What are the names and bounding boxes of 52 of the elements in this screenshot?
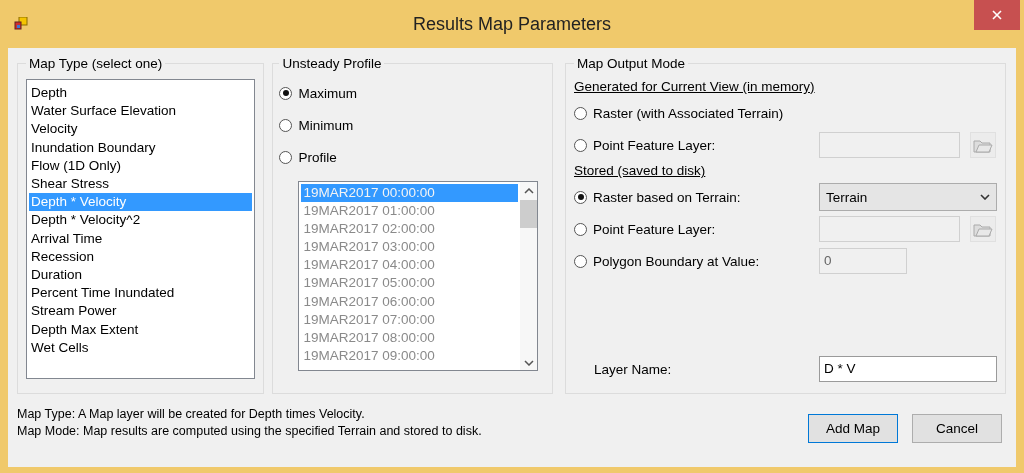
list-item[interactable]: Percent Time Inundated	[29, 284, 253, 303]
app-icon	[14, 17, 28, 31]
radio-button[interactable]	[574, 106, 587, 120]
layer-name-field[interactable]: D * V	[819, 356, 997, 382]
list-item[interactable]: Inundation Boundary	[29, 138, 253, 157]
folder-icon	[973, 221, 993, 237]
window-title: Results Map Parameters	[411, 13, 613, 35]
scroll-down-icon	[523, 360, 534, 366]
group-title: Map Output Mode	[576, 56, 687, 71]
radio-button[interactable]	[279, 118, 293, 132]
radio-button[interactable]	[574, 138, 587, 152]
radio-button[interactable]	[574, 190, 587, 204]
radio-label: Maximum	[298, 85, 357, 101]
radio-label: Minimum	[298, 117, 354, 133]
radio-label: Polygon Boundary at Value:	[593, 253, 760, 269]
scroll-up-icon	[523, 188, 534, 194]
list-item[interactable]: Shear Stress	[29, 175, 253, 194]
dialog-button[interactable]: Cancel	[912, 414, 1002, 443]
radio-button[interactable]	[574, 222, 587, 236]
close-icon	[992, 10, 1002, 20]
group-title: Map Type (select one)	[28, 56, 164, 71]
list-item[interactable]: Velocity	[29, 120, 253, 139]
list-item[interactable]: Wet Cells	[29, 338, 253, 358]
path-field[interactable]	[819, 216, 960, 242]
layer-name-label: Layer Name:	[593, 361, 673, 377]
list-item[interactable]: Depth	[29, 84, 253, 103]
path-field[interactable]	[819, 132, 960, 158]
radio-label: Profile	[298, 149, 337, 165]
radio-label: Raster (with Associated Terrain)	[593, 105, 784, 121]
list-item[interactable]: Recession	[29, 247, 253, 267]
radio-button[interactable]	[574, 254, 587, 268]
radio-button[interactable]	[279, 86, 293, 100]
radio-label: Point Feature Layer:	[593, 221, 716, 237]
group-title: Unsteady Profile	[281, 56, 383, 71]
list-item[interactable]: Flow (1D Only)	[29, 156, 253, 175]
list-item[interactable]: Water Surface Elevation	[29, 102, 253, 121]
list-item[interactable]: Duration	[29, 266, 253, 285]
section-heading: Stored (saved to disk)	[574, 163, 707, 180]
value-field[interactable]: 0	[819, 248, 907, 274]
terrain-dropdown[interactable]: Terrain	[819, 183, 997, 211]
radio-label: Raster based on Terrain:	[593, 189, 741, 205]
folder-icon	[973, 137, 993, 153]
dialog-button[interactable]: Add Map	[808, 414, 898, 443]
list-item[interactable]: Arrival Time	[29, 229, 253, 248]
radio-button[interactable]	[279, 150, 293, 164]
list-item[interactable]: Depth * Velocity^2	[29, 211, 253, 230]
status-message: Map Mode: Map results are computed using the specified Terrain and stored to disk.	[17, 423, 482, 440]
status-message: Map Type: A Map layer will be created for Depth times Velocity.	[17, 406, 366, 423]
radio-label: Point Feature Layer:	[593, 137, 716, 153]
section-heading: Generated for Current View (in memory)	[574, 79, 816, 96]
list-item[interactable]: Depth Max Extent	[29, 320, 253, 339]
list-item[interactable]: Stream Power	[29, 302, 253, 321]
